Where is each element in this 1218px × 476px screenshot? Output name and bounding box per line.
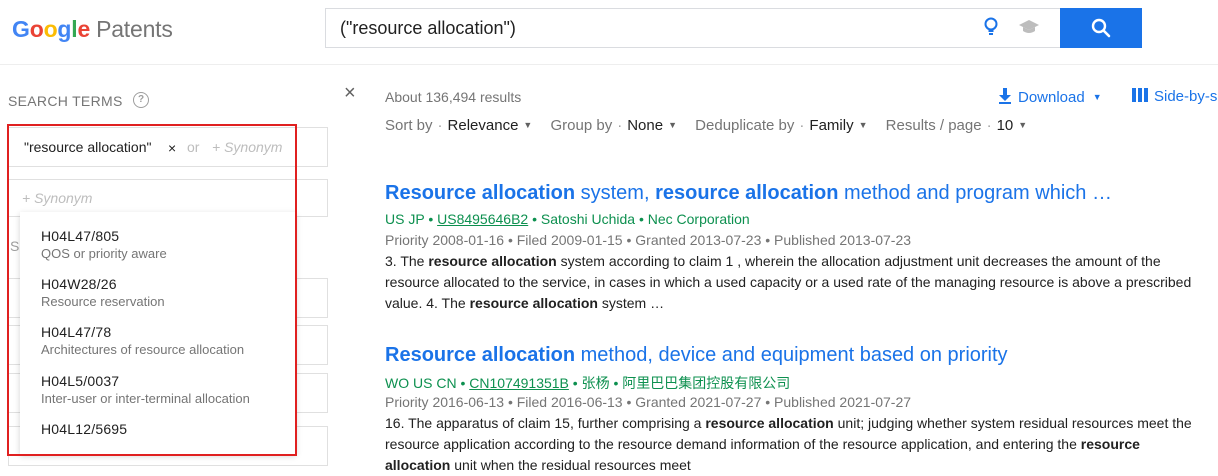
search-input[interactable]: [340, 18, 940, 39]
chevron-down-icon: ▼: [1018, 120, 1028, 130]
columns-icon: [1132, 88, 1148, 102]
assignee: 阿里巴巴集团控股有限公司: [622, 375, 791, 391]
download-button[interactable]: Download ▼: [998, 88, 1102, 106]
result-metadata: US JP • US8495646B2 • Satoshi Uchida • N…: [385, 211, 750, 227]
sort-toolbar: Sort by · Relevance ▼ Group by · None ▼ Dedupl…: [385, 117, 1041, 134]
result-title-link[interactable]: Resource allocation method, device and e…: [385, 344, 1008, 367]
chevron-down-icon: ▼: [668, 120, 677, 130]
lightbulb-icon[interactable]: [984, 17, 998, 42]
inventor: 张杨: [581, 375, 610, 391]
result-metadata: WO US CN • CN107491351B • 张杨 • 阿里巴巴集团控股有…: [385, 375, 791, 391]
google-patents-logo[interactable]: Google Patents: [12, 16, 173, 43]
chevron-down-icon: ▼: [1092, 92, 1102, 102]
search-box: [325, 8, 1060, 48]
result-dates: Priority 2008-01-16 • Filed 2009-01-15 •…: [385, 232, 912, 248]
result-title-link[interactable]: Resource allocation system, resource all…: [385, 182, 1112, 205]
chevron-down-icon: ▼: [858, 120, 868, 130]
result-dates: Priority 2016-06-13 • Filed 2016-06-13 •…: [385, 394, 912, 410]
side-by-side-button[interactable]: Side-by-s: [1132, 88, 1217, 105]
result-snippet: 3. The resource allocation system accord…: [385, 253, 1192, 311]
sort-by-dropdown[interactable]: Sort by · Relevance ▼: [385, 117, 546, 134]
inventor: Satoshi Uchida: [540, 211, 636, 227]
graduation-cap-icon[interactable]: [1018, 19, 1040, 40]
logo-product-name: Patents: [96, 16, 173, 42]
results-per-page-dropdown[interactable]: Results / page · 10 ▼: [886, 117, 1042, 134]
search-icon: [1091, 18, 1111, 38]
group-by-dropdown[interactable]: Group by · None ▼: [551, 117, 691, 134]
search-button[interactable]: [1060, 8, 1142, 48]
search-terms-label: SEARCH TERMS: [8, 93, 123, 109]
country-codes: WO US CN: [385, 375, 457, 391]
patent-number-link[interactable]: CN107491351B: [469, 375, 569, 391]
country-codes: US JP: [385, 211, 425, 227]
help-icon[interactable]: ?: [133, 92, 149, 108]
download-icon: [999, 88, 1011, 104]
patent-number-link[interactable]: US8495646B2: [437, 211, 528, 227]
close-panel-icon[interactable]: ×: [344, 82, 356, 105]
assignee: Nec Corporation: [647, 211, 750, 227]
deduplicate-by-dropdown[interactable]: Deduplicate by · Family ▼: [695, 117, 881, 134]
highlight-annotation-box: [7, 124, 297, 456]
result-count: About 136,494 results: [385, 89, 522, 105]
header-divider: [0, 64, 1218, 65]
chevron-down-icon: ▼: [523, 120, 533, 130]
